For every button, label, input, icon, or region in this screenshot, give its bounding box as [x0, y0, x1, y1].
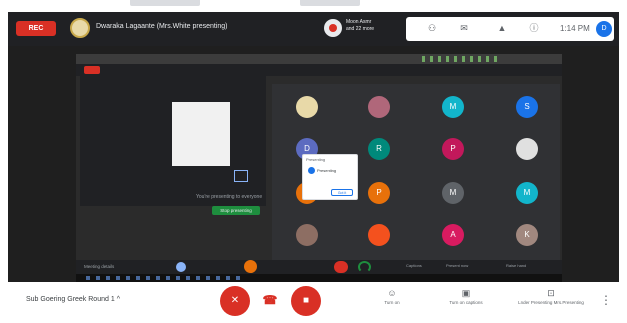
participant-tile[interactable]: R — [368, 138, 390, 160]
participant-tile[interactable]: K — [516, 224, 538, 246]
browser-tab[interactable] — [130, 0, 200, 6]
captions-icon: ▣ — [461, 288, 471, 298]
extension-icons — [422, 56, 502, 62]
participant-tile[interactable]: P — [442, 138, 464, 160]
presented-end-call-icon — [334, 261, 348, 273]
top-bar: REC Dwaraka Lagaante (Mrs.White presenti… — [8, 12, 619, 46]
participant-tile[interactable] — [296, 224, 318, 246]
participant-tile[interactable]: M — [442, 182, 464, 204]
action-turn-on[interactable]: ☺ Turn on — [364, 286, 420, 318]
presented-taskbar — [76, 274, 562, 282]
popup-ok-button[interactable]: Got it — [331, 189, 353, 196]
recorder-avatar[interactable] — [324, 19, 342, 37]
screenshot-frame: REC Dwaraka Lagaante (Mrs.White presenti… — [0, 0, 627, 323]
chat-icon[interactable]: ✉ — [458, 23, 470, 34]
meet-screen: REC Dwaraka Lagaante (Mrs.White presenti… — [8, 12, 619, 282]
recorder-sub: and 22 more — [346, 26, 375, 32]
present-screen-icon — [234, 170, 248, 182]
presenting-dot-icon — [308, 167, 315, 174]
person-icon: ☺ — [387, 288, 397, 298]
action-label: Turn on — [384, 300, 400, 305]
presented-captions-label: Captions — [406, 263, 422, 268]
bottom-bar: Sub Goering Greek Round 1 ^ ✕ ☎ ■ ☺ Turn… — [8, 282, 619, 323]
popup-title: Presenting — [306, 157, 326, 162]
presented-present-label: Present now — [446, 263, 469, 268]
mic-off-icon: ✕ — [230, 295, 240, 306]
mic-toggle-button[interactable]: ✕ — [220, 286, 250, 316]
presented-screen: You're presenting to everyone Stop prese… — [76, 54, 562, 282]
presented-browser-toolbar — [76, 54, 562, 64]
presenting-text: Dwaraka Lagaante (Mrs.White presenting) — [96, 23, 228, 30]
more-options-icon[interactable]: ⋮ — [600, 292, 612, 308]
camera-off-icon: ■ — [302, 295, 310, 306]
participant-tile[interactable]: P — [368, 182, 390, 204]
action-captions[interactable]: ▣ Turn on captions — [438, 286, 494, 318]
participant-tile[interactable]: S — [516, 96, 538, 118]
presenting-popup: Presenting Presenting Got it — [302, 154, 358, 200]
presented-self-avatar — [176, 262, 186, 272]
present-icon: ⊡ — [547, 288, 555, 298]
participant-tile[interactable]: M — [516, 182, 538, 204]
recorder-name: Moon Asmr — [346, 19, 372, 25]
browser-tab[interactable] — [300, 0, 360, 6]
recorder-label: Moon Asmr and 22 more — [346, 19, 386, 33]
end-call-button[interactable]: ☎ — [260, 294, 280, 306]
people-icon[interactable]: ⚇ — [426, 23, 438, 34]
activities-icon[interactable]: ▲ — [496, 23, 508, 34]
presenting-caption: You're presenting to everyone — [196, 194, 263, 200]
stop-presenting-button[interactable]: Stop presenting — [212, 206, 260, 215]
popup-text: Presenting — [317, 168, 337, 173]
participant-tile[interactable] — [368, 96, 390, 118]
taskbar-icons — [86, 276, 246, 280]
presented-rec-badge — [84, 66, 100, 74]
presented-meet-topbar — [76, 64, 562, 76]
presented-meeting-details: Meeting details — [84, 264, 115, 269]
presented-meet-bottombar: Meeting details Captions Present now Rai… — [76, 260, 562, 274]
presented-loading-icon — [358, 261, 371, 273]
participant-tile[interactable] — [516, 138, 538, 160]
participant-tile[interactable] — [296, 96, 318, 118]
shared-window-thumbnail — [172, 102, 230, 166]
recording-badge: REC — [16, 21, 56, 36]
camera-toggle-button[interactable]: ■ — [291, 286, 321, 316]
action-label: Lnder Presenting Mrs.Presenting — [518, 300, 584, 305]
participant-tile[interactable]: A — [442, 224, 464, 246]
presenter-avatar — [70, 18, 90, 38]
info-icon[interactable]: ⓘ — [528, 23, 540, 34]
meeting-title[interactable]: Sub Goering Greek Round 1 ^ — [26, 296, 120, 303]
meeting-title-text: Sub Goering Greek Round 1 — [26, 296, 115, 303]
participant-tile[interactable]: M — [442, 96, 464, 118]
action-label: Turn on captions — [449, 300, 483, 305]
user-avatar[interactable]: D — [596, 21, 612, 37]
action-present[interactable]: ⊡ Lnder Presenting Mrs.Presenting — [516, 286, 586, 318]
presented-user-avatar — [244, 260, 257, 273]
chevron-up-icon: ^ — [116, 296, 120, 303]
presented-hand-label: Raise hand — [506, 263, 527, 268]
participant-tile[interactable] — [368, 224, 390, 246]
system-tray: ⚇ ✉ ▲ ⓘ 1:14 PM D — [406, 17, 614, 41]
clock: 1:14 PM — [560, 24, 590, 33]
